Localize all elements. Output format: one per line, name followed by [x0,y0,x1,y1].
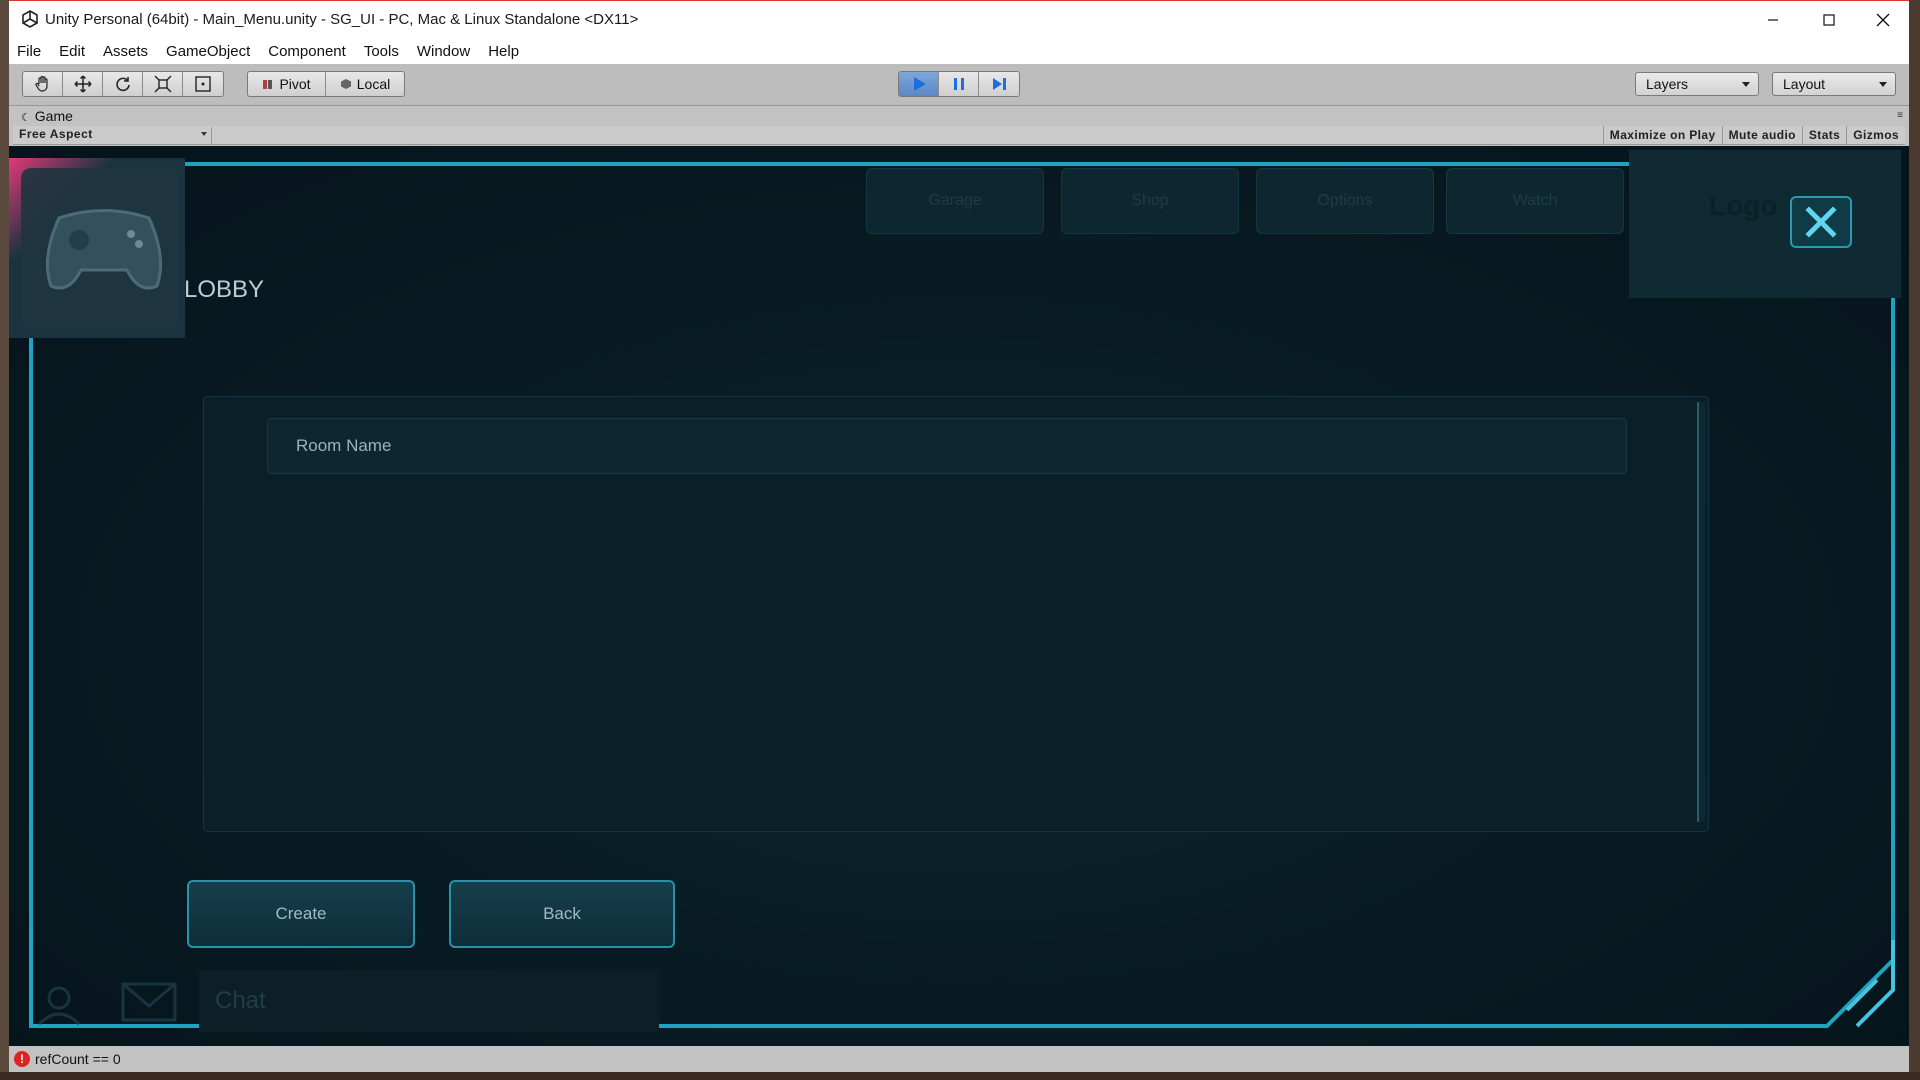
move-icon [73,75,92,93]
rotate-tool-button[interactable] [103,72,143,96]
pivot-toggle-group: Pivot Local [247,71,405,97]
hand-tool-button[interactable] [23,72,63,96]
pause-icon [953,78,964,90]
player-avatar [9,158,185,338]
menu-tools[interactable]: Tools [364,43,399,60]
play-icon [913,77,926,91]
play-button[interactable] [899,72,939,96]
rotate-icon [115,77,130,92]
chevron-down-icon [1879,82,1887,87]
page-title: LOBBY [184,276,265,303]
chat-input[interactable]: Chat [199,970,659,1032]
game-tab-label: Game [34,108,73,124]
nav-shop-button[interactable]: Shop [1061,168,1239,234]
minimize-button[interactable] [1745,1,1801,39]
local-icon [340,79,351,89]
unity-editor-window: Unity Personal (64bit) - Main_Menu.unity… [9,0,1909,1080]
room-list-scrollbar[interactable] [1697,402,1705,822]
close-icon [1805,206,1837,238]
pivot-button[interactable]: Pivot [248,72,326,96]
pivot-icon [263,80,273,89]
chevron-down-icon [201,132,207,136]
step-button[interactable] [979,72,1019,96]
menu-assets[interactable]: Assets [103,43,148,60]
menu-edit[interactable]: Edit [59,43,85,60]
menu-component[interactable]: Component [268,43,346,60]
pause-button[interactable] [939,72,979,96]
title-bar: Unity Personal (64bit) - Main_Menu.unity… [9,0,1909,38]
aspect-dropdown[interactable]: Free Aspect [19,127,212,144]
gamepad-icon [45,209,163,290]
hand-icon [34,75,48,92]
window-title: Unity Personal (64bit) - Main_Menu.unity… [45,11,639,28]
maximize-button[interactable] [1801,1,1857,39]
rect-tool-button[interactable] [183,72,223,96]
room-name-input[interactable]: Room Name [267,418,1627,474]
step-icon [993,78,1006,90]
tab-game[interactable]: ☾ Game [21,108,73,124]
desktop-left-edge [0,0,9,1080]
close-icon [1876,13,1890,27]
menu-file[interactable]: File [17,43,41,60]
layers-label: Layers [1646,76,1689,92]
pivot-label: Pivot [279,76,311,92]
logo-panel: Logo [1629,150,1901,298]
close-lobby-button[interactable] [1790,196,1852,248]
desktop-right-edge [1909,0,1920,1080]
maximize-on-play-toggle[interactable]: Maximize on Play [1602,126,1722,145]
local-label: Local [356,76,391,92]
menu-gameobject[interactable]: GameObject [166,43,250,60]
room-name-placeholder: Room Name [296,436,392,455]
desktop-bottom-edge [0,1072,1920,1080]
gizmos-dropdown[interactable]: Gizmos [1846,126,1905,145]
nav-options-button[interactable]: Options [1256,168,1434,234]
chat-label: Chat [215,987,266,1014]
panel-menu-icon[interactable]: ≡ [1897,110,1903,121]
stats-toggle[interactable]: Stats [1801,126,1846,145]
nav-garage-button[interactable]: Garage [866,168,1044,234]
logo-text: Logo [1709,190,1778,221]
game-tab-icon: ☾ [21,112,31,124]
nav-watch-button[interactable]: Watch [1446,168,1624,234]
create-button[interactable]: Create [187,880,415,948]
layers-dropdown[interactable]: Layers [1635,72,1759,96]
game-tab-header: ☾ Game ≡ [9,106,1909,126]
playback-controls [898,71,1020,97]
chevron-down-icon [1742,82,1750,87]
game-view: LOBBY Garage Shop Options Watch Logo Roo… [9,146,1909,1046]
back-button[interactable]: Back [449,880,675,948]
local-button[interactable]: Local [326,72,404,96]
user-icon [47,986,71,1010]
error-icon: ! [14,1051,30,1067]
maximize-icon [1823,14,1835,26]
chat-icons [37,982,177,1026]
layout-dropdown[interactable]: Layout [1772,72,1896,96]
scale-tool-button[interactable] [143,72,183,96]
scale-icon [154,75,171,93]
menu-bar: File Edit Assets GameObject Component To… [9,38,1909,64]
layout-label: Layout [1783,76,1826,92]
rect-tool-icon [195,76,211,92]
close-window-button[interactable] [1855,1,1911,39]
status-bar: ! refCount == 0 [9,1046,1909,1072]
menu-window[interactable]: Window [417,43,470,60]
unity-logo-icon [22,10,38,28]
transform-tools [22,71,224,97]
toolbar: Pivot Local Layers Layout [9,64,1909,106]
menu-help[interactable]: Help [488,43,519,60]
status-message[interactable]: refCount == 0 [35,1051,121,1067]
aspect-label: Free Aspect [19,127,93,141]
minimize-icon [1768,19,1778,21]
move-tool-button[interactable] [63,72,103,96]
mute-audio-toggle[interactable]: Mute audio [1721,126,1802,145]
game-view-options: Maximize on Play Mute audio Stats Gizmos [1602,126,1905,145]
game-view-toolbar: Free Aspect Maximize on Play Mute audio … [13,126,1905,145]
